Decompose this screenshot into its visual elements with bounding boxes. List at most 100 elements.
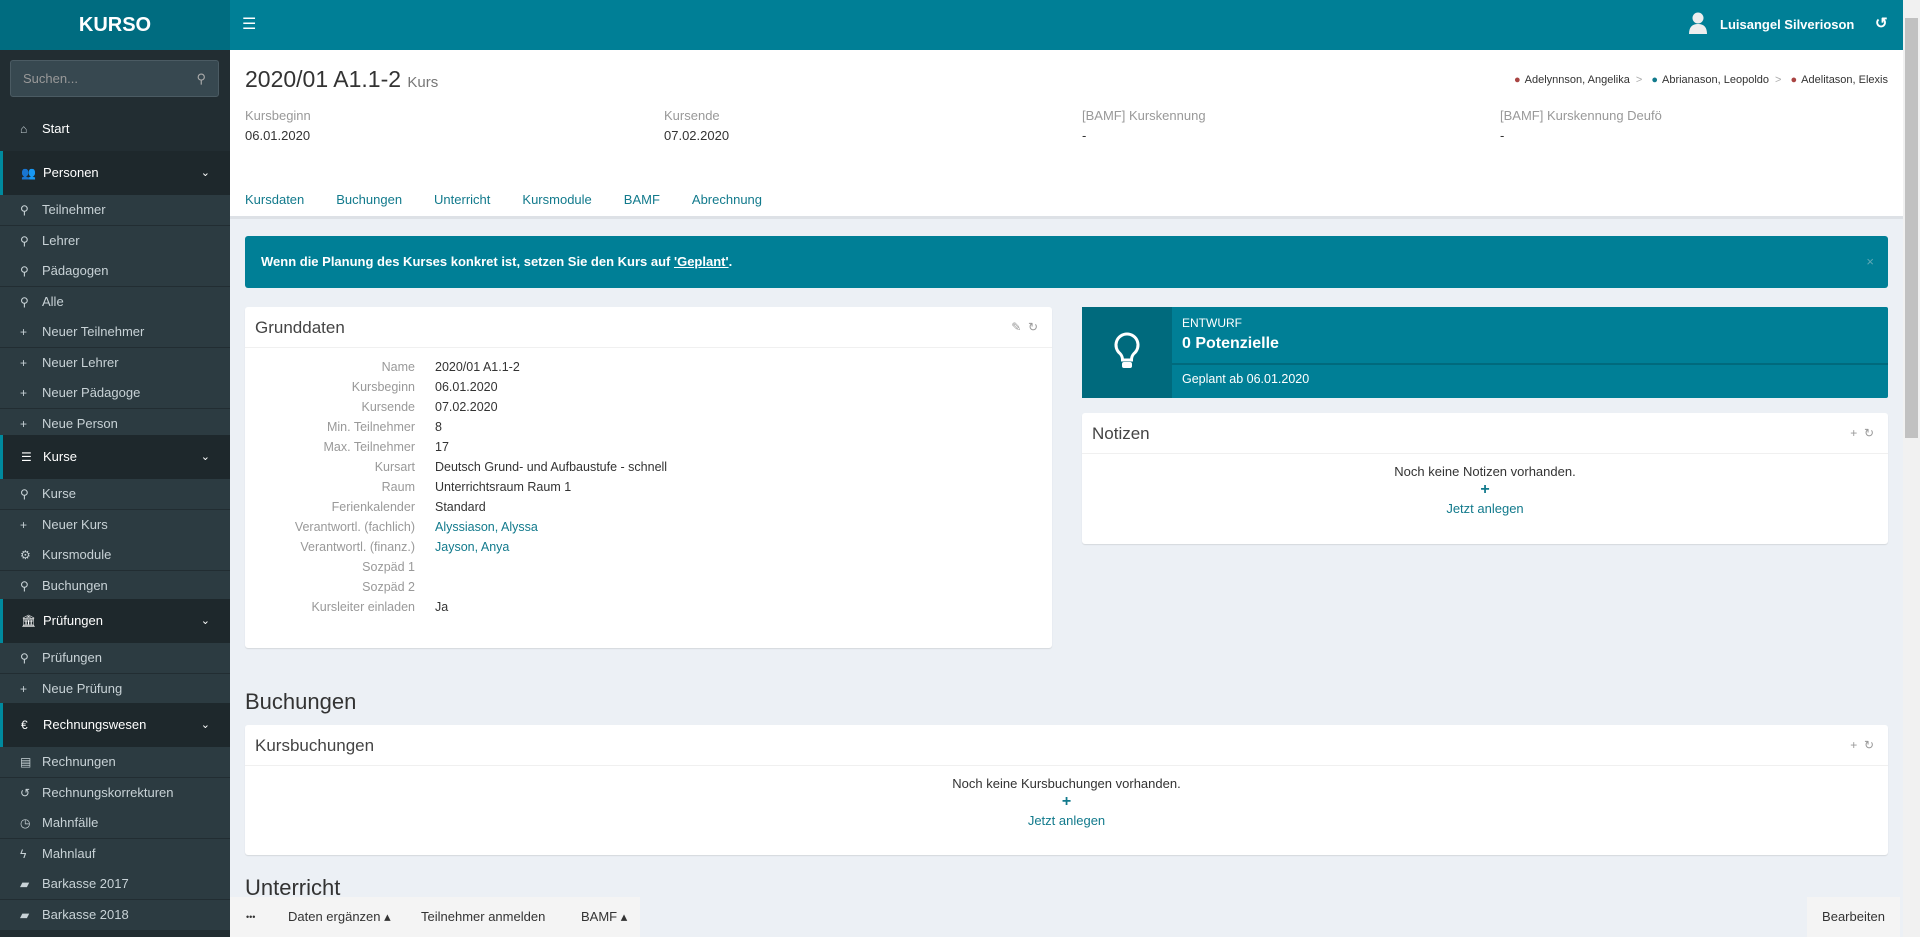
row-value[interactable]: Jayson, Anya bbox=[435, 537, 509, 557]
sidebar-item-label: Neue Prüfung bbox=[42, 680, 123, 696]
empty-state: Noch keine Notizen vorhanden. + Jetzt anle… bbox=[1082, 454, 1888, 516]
data-row: Sozpäd 1 bbox=[245, 557, 1052, 577]
sidebar-section-1[interactable]: ☰ Kurse ⌄ bbox=[0, 435, 230, 479]
sidebar-item-label: Neue Person bbox=[42, 415, 118, 431]
sidebar-section-0[interactable]: 👥 Personen ⌄ bbox=[0, 151, 230, 195]
sidebar-section-label: Prüfungen bbox=[43, 613, 103, 628]
user-name[interactable]: Luisangel Silverioson bbox=[1720, 17, 1854, 32]
edit-icon[interactable]: ✎ bbox=[1011, 320, 1021, 334]
data-row: Min. Teilnehmer 8 bbox=[245, 417, 1052, 437]
sidebar-item[interactable]: ϟ Mahnlauf bbox=[0, 838, 230, 869]
info-label: Kursbeginn bbox=[245, 108, 311, 123]
status-planned: Geplant ab 06.01.2020 bbox=[1182, 372, 1310, 386]
info-kursende: Kursende 07.02.2020 bbox=[664, 108, 729, 143]
plus-icon[interactable]: + bbox=[245, 793, 1888, 811]
row-label: Verantwortl. (fachlich) bbox=[294, 520, 415, 534]
breadcrumb-separator: > bbox=[1775, 74, 1782, 86]
sidebar-item-label: Start bbox=[42, 121, 70, 136]
sidebar-section-3[interactable]: € Rechnungswesen ⌄ bbox=[0, 703, 230, 747]
row-label: Kursleiter einladen bbox=[311, 600, 415, 614]
sidebar-item[interactable]: ⚲ Teilnehmer bbox=[0, 195, 230, 225]
sidebar: Suchen... ⚲ ⌂ Start 👥 Personen ⌄ ⚲ Teilnehmer ⚲… bbox=[0, 50, 230, 937]
plus-icon[interactable]: + bbox=[1082, 481, 1888, 499]
tab-abrechnung[interactable]: Abrechnung bbox=[692, 192, 762, 207]
create-booking-link[interactable]: Jetzt anlegen bbox=[245, 813, 1888, 828]
search-input[interactable]: Suchen... ⚲ bbox=[10, 60, 219, 97]
refresh-icon[interactable]: ↻ bbox=[1864, 738, 1874, 752]
row-value[interactable]: Alyssiason, Alyssa bbox=[435, 517, 538, 537]
info-value: - bbox=[1500, 128, 1505, 143]
plus-icon: + bbox=[20, 681, 28, 696]
sidebar-item[interactable]: ▤ Rechnungen bbox=[0, 747, 230, 777]
sidebar-item-label: Kursmodule bbox=[42, 547, 112, 562]
sidebar-item[interactable]: ◷ Mahnfälle bbox=[0, 808, 230, 838]
create-note-link[interactable]: Jetzt anlegen bbox=[1082, 501, 1888, 516]
data-row: Ferienkalender Standard bbox=[245, 497, 1052, 517]
tab-kursmodule[interactable]: Kursmodule bbox=[522, 192, 591, 207]
history-icon[interactable]: ↺ bbox=[1875, 14, 1888, 32]
sidebar-item[interactable]: + Neue Prüfung bbox=[0, 673, 230, 704]
course-subtitle: Kurs bbox=[407, 74, 439, 91]
sidebar-item[interactable]: ▰ Barkasse 2018 bbox=[0, 899, 230, 930]
user-plus-icon: + bbox=[20, 325, 28, 339]
tab-bamf[interactable]: BAMF bbox=[624, 192, 660, 207]
sidebar-item[interactable]: ⚲ Buchungen bbox=[0, 570, 230, 601]
daten-ergaenzen-button[interactable]: Daten ergänzen ▴ bbox=[288, 897, 391, 937]
chevron-down-icon[interactable]: ⌄ bbox=[201, 151, 210, 195]
sidebar-item[interactable]: + Neue Person bbox=[0, 408, 230, 439]
logo[interactable]: KURSO bbox=[0, 0, 230, 50]
scrollbar[interactable] bbox=[1903, 0, 1920, 937]
teilnehmer-anmelden-button[interactable]: Teilnehmer anmelden bbox=[421, 897, 545, 937]
breadcrumb-item[interactable]: Abrianason, Leopoldo bbox=[1662, 74, 1769, 86]
tab-kursdaten[interactable]: Kursdaten bbox=[245, 192, 304, 207]
refresh-icon[interactable]: ↻ bbox=[1864, 426, 1874, 440]
add-icon[interactable]: + bbox=[1850, 426, 1857, 440]
user-avatar-icon[interactable] bbox=[1689, 12, 1707, 34]
sidebar-item[interactable]: + Neuer Teilnehmer bbox=[0, 317, 230, 347]
sidebar-item[interactable]: + Neuer Kurs bbox=[0, 509, 230, 540]
sidebar-item-label: Rechnungen bbox=[42, 754, 116, 769]
sidebar-item[interactable]: ⚲ Kurse bbox=[0, 479, 230, 509]
sidebar-item[interactable]: ⚙ Kursmodule bbox=[0, 540, 230, 570]
tab-buchungen[interactable]: Buchungen bbox=[336, 192, 402, 207]
sidebar-item[interactable]: ▰ Barkasse 2017 bbox=[0, 869, 230, 899]
chevron-down-icon[interactable]: ⌄ bbox=[201, 435, 210, 479]
breadcrumb: ● Adelynnson, Angelika > ● Abrianason, Leop… bbox=[1514, 74, 1888, 86]
sidebar-item[interactable]: ⚲ Prüfungen bbox=[0, 643, 230, 673]
sidebar-section-2[interactable]: 🏛 Prüfungen ⌄ bbox=[0, 599, 230, 643]
panel-header: Kursbuchungen + ↻ bbox=[245, 725, 1888, 766]
info-value: 07.02.2020 bbox=[664, 128, 730, 143]
empty-text: Noch keine Kursbuchungen vorhanden. bbox=[952, 776, 1181, 791]
menu-toggle-icon[interactable]: ☰ bbox=[242, 14, 256, 34]
chevron-down-icon[interactable]: ⌄ bbox=[201, 599, 210, 643]
panel-header: Notizen + ↻ bbox=[1082, 413, 1888, 454]
bamf-button[interactable]: BAMF ▴ bbox=[581, 897, 627, 937]
sidebar-item[interactable]: ⚲ Lehrer bbox=[0, 225, 230, 256]
search-placeholder: Suchen... bbox=[23, 71, 78, 86]
sidebar-item-label: Lehrer bbox=[42, 232, 80, 248]
sidebar-item[interactable]: ⚲ Pädagogen bbox=[0, 256, 230, 286]
refresh-icon[interactable]: ↻ bbox=[1028, 320, 1038, 334]
tab-unterricht[interactable]: Unterricht bbox=[434, 192, 490, 207]
sidebar-item-start[interactable]: ⌂ Start bbox=[0, 114, 230, 144]
add-icon[interactable]: + bbox=[1850, 738, 1857, 752]
chevron-down-icon[interactable]: ⌄ bbox=[201, 703, 210, 747]
sidebar-item[interactable]: ⚲ Alle bbox=[0, 286, 230, 317]
row-value: Unterrichtsraum Raum 1 bbox=[435, 480, 572, 494]
geplant-link[interactable]: 'Geplant' bbox=[674, 254, 729, 269]
edit-button[interactable]: Bearbeiten bbox=[1807, 897, 1900, 937]
breadcrumb-item[interactable]: Adelynnson, Angelika bbox=[1525, 74, 1630, 86]
sidebar-item[interactable]: + Neuer Pädagoge bbox=[0, 378, 230, 408]
data-row: Kursbeginn 06.01.2020 bbox=[245, 377, 1052, 397]
more-button[interactable]: ••• bbox=[246, 897, 255, 937]
tab-bar: Kursdaten Buchungen Unterricht Kursmodule BA… bbox=[245, 192, 794, 207]
search-icon[interactable]: ⚲ bbox=[196, 61, 206, 96]
info-label: [BAMF] Kurskennung bbox=[1082, 108, 1206, 123]
sidebar-item[interactable]: ↺ Rechnungskorrekturen bbox=[0, 777, 230, 808]
sidebar-item-label: Neuer Pädagoge bbox=[42, 385, 141, 400]
scrollbar-thumb[interactable] bbox=[1905, 18, 1918, 438]
sidebar-item[interactable]: + Neuer Lehrer bbox=[0, 347, 230, 378]
breadcrumb-item[interactable]: Adelitason, Elexis bbox=[1801, 74, 1888, 86]
user-plus-icon: + bbox=[20, 416, 28, 431]
close-icon[interactable]: × bbox=[1866, 236, 1874, 288]
